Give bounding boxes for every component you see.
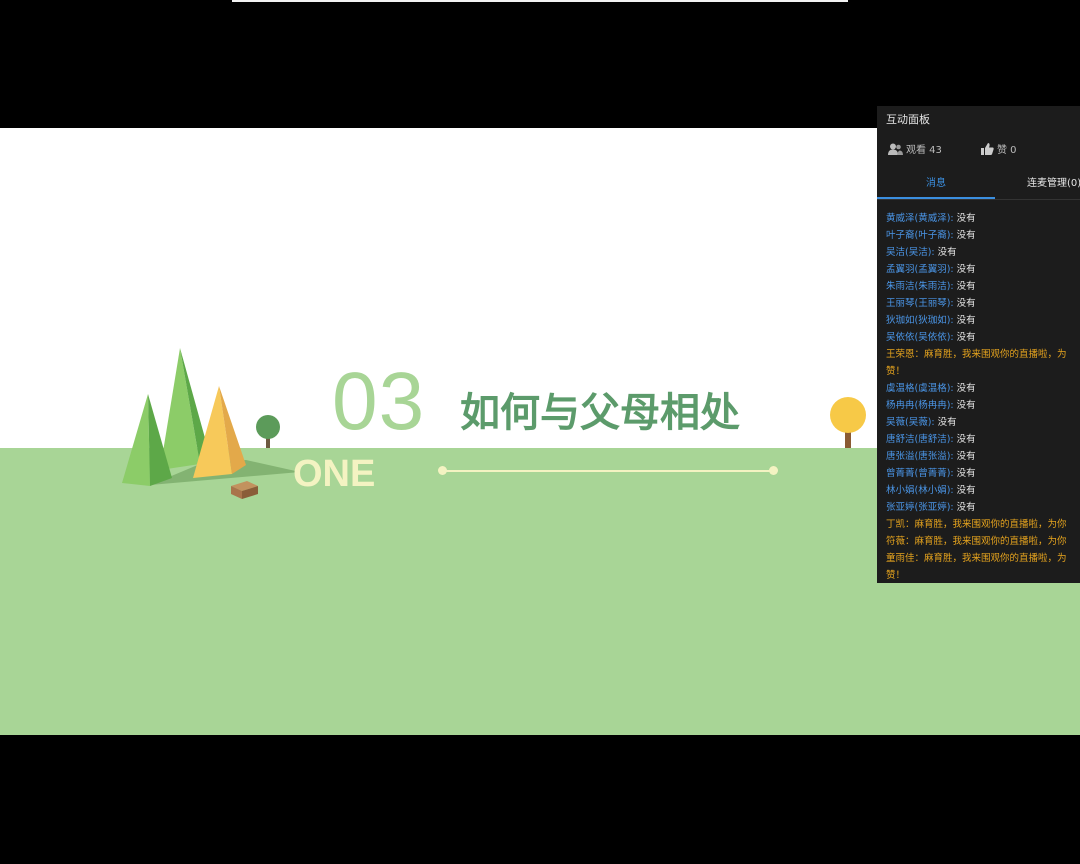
- message-text: 没有: [953, 315, 976, 326]
- message-text: 没有: [953, 383, 976, 394]
- message-text: 没有: [953, 332, 976, 343]
- message-user[interactable]: 吴洁(吴洁):: [886, 247, 935, 258]
- message-user[interactable]: 林小娟(林小娟):: [886, 485, 954, 496]
- message-text: 没有: [953, 298, 976, 309]
- message-item: 赞！: [886, 567, 1080, 583]
- message-item: 孟翼羽(孟翼羽): 没有: [886, 261, 1080, 278]
- message-item: 童雨佳：麻育胜，我来围观你的直播啦，为: [886, 550, 1080, 567]
- panel-title: 互动面板: [886, 113, 930, 126]
- message-item: 虞温格(虞温格): 没有: [886, 380, 1080, 397]
- message-item: 黄威泽(黄威泽): 没有: [886, 210, 1080, 227]
- message-item: 吴依依(吴依依): 没有: [886, 329, 1080, 346]
- message-item: 狄珈如(狄珈如): 没有: [886, 312, 1080, 329]
- message-user[interactable]: 虞温格(虞温格):: [886, 383, 954, 394]
- slide-title: 如何与父母相处: [460, 390, 740, 436]
- message-user[interactable]: 吴薇(吴薇):: [886, 417, 935, 428]
- message-user[interactable]: 孟翼羽(孟翼羽):: [886, 264, 954, 275]
- message-item: 林小娟(林小娟): 没有: [886, 482, 1080, 499]
- small-round-tree-icon: [256, 415, 280, 439]
- message-text: 没有: [953, 281, 976, 292]
- section-number: 03: [332, 356, 426, 447]
- message-item: 唐舒洁(唐舒洁): 没有: [886, 431, 1080, 448]
- message-text: 童雨佳：麻育胜，我来围观你的直播啦，为: [886, 553, 1067, 564]
- message-text: 没有: [934, 247, 957, 258]
- message-user[interactable]: 朱雨洁(朱雨洁):: [886, 281, 954, 292]
- message-item: 吴洁(吴洁): 没有: [886, 244, 1080, 261]
- message-item: 符薇：麻育胜，我来围观你的直播啦，为你: [886, 533, 1080, 550]
- small-tree-icon: [122, 394, 150, 486]
- message-list[interactable]: 黄威泽(黄威泽): 没有 叶子裔(叶子裔): 没有 吴洁(吴洁): 没有 孟翼羽(孟翼…: [886, 210, 1080, 583]
- tab-mic-management[interactable]: 连麦管理(0): [1027, 174, 1080, 189]
- message-item: 吴薇(吴薇): 没有: [886, 414, 1080, 431]
- message-item: 朱雨洁(朱雨洁): 没有: [886, 278, 1080, 295]
- message-item: 赞！: [886, 363, 1080, 380]
- message-item: 张亚婷(张亚婷): 没有: [886, 499, 1080, 516]
- message-user[interactable]: 狄珈如(狄珈如):: [886, 315, 954, 326]
- message-text: 没有: [953, 434, 976, 445]
- section-label: ONE: [293, 453, 376, 495]
- tab-divider: [877, 199, 1080, 200]
- message-text: 没有: [934, 417, 957, 428]
- message-item: 丁凯：麻育胜，我来围观你的直播啦，为你: [886, 516, 1080, 533]
- active-tab-indicator: [877, 197, 995, 199]
- message-text: 王荣恩：麻育胜，我来围观你的直播啦，为: [886, 349, 1067, 360]
- message-text: 没有: [953, 400, 976, 411]
- message-user[interactable]: 吴依依(吴依依):: [886, 332, 954, 343]
- message-text: 没有: [953, 468, 976, 479]
- message-text: 丁凯：麻育胜，我来围观你的直播啦，为你: [886, 519, 1067, 530]
- likes-label: 赞 0: [997, 145, 1017, 156]
- viewers-icon: [888, 143, 903, 155]
- message-user[interactable]: 张亚婷(张亚婷):: [886, 502, 954, 513]
- message-text: 赞！: [886, 366, 906, 377]
- like-count[interactable]: 赞 0: [981, 141, 1017, 156]
- message-user[interactable]: 叶子裔(叶子裔):: [886, 230, 954, 241]
- message-item: 唐张溢(唐张溢): 没有: [886, 448, 1080, 465]
- message-item: 王丽琴(王丽琴): 没有: [886, 295, 1080, 312]
- yellow-tree-icon: [830, 397, 866, 433]
- message-text: 没有: [953, 451, 976, 462]
- message-user[interactable]: 曾菁菁(曾菁菁):: [886, 468, 954, 479]
- line-dot-left: [438, 466, 447, 475]
- message-item: 王荣恩：麻育胜，我来围观你的直播啦，为: [886, 346, 1080, 363]
- message-text: 没有: [953, 502, 976, 513]
- message-user[interactable]: 黄威泽(黄威泽):: [886, 213, 954, 224]
- message-text: 赞！: [886, 570, 906, 581]
- message-user[interactable]: 唐舒洁(唐舒洁):: [886, 434, 954, 445]
- viewers-label: 观看 43: [906, 145, 942, 156]
- top-progress-bar: [232, 0, 848, 2]
- message-user[interactable]: 唐张溢(唐张溢):: [886, 451, 954, 462]
- interaction-panel: 互动面板 观看 43 赞 0 消息 连麦管理(0) 黄威泽(黄威泽): 没有 叶子…: [877, 106, 1080, 583]
- line-dot-right: [769, 466, 778, 475]
- tab-messages[interactable]: 消息: [877, 174, 995, 189]
- message-text: 没有: [953, 213, 976, 224]
- message-text: 没有: [953, 230, 976, 241]
- message-text: 没有: [953, 264, 976, 275]
- viewer-count: 观看 43: [888, 141, 942, 156]
- message-text: 没有: [953, 485, 976, 496]
- thumbs-up-icon[interactable]: [981, 142, 994, 155]
- message-user[interactable]: 王丽琴(王丽琴):: [886, 298, 954, 309]
- message-text: 符薇：麻育胜，我来围观你的直播啦，为你: [886, 536, 1067, 547]
- message-item: 曾菁菁(曾菁菁): 没有: [886, 465, 1080, 482]
- message-user[interactable]: 杨冉冉(杨冉冉):: [886, 400, 954, 411]
- decorative-line: [441, 470, 774, 472]
- message-item: 叶子裔(叶子裔): 没有: [886, 227, 1080, 244]
- message-item: 杨冉冉(杨冉冉): 没有: [886, 397, 1080, 414]
